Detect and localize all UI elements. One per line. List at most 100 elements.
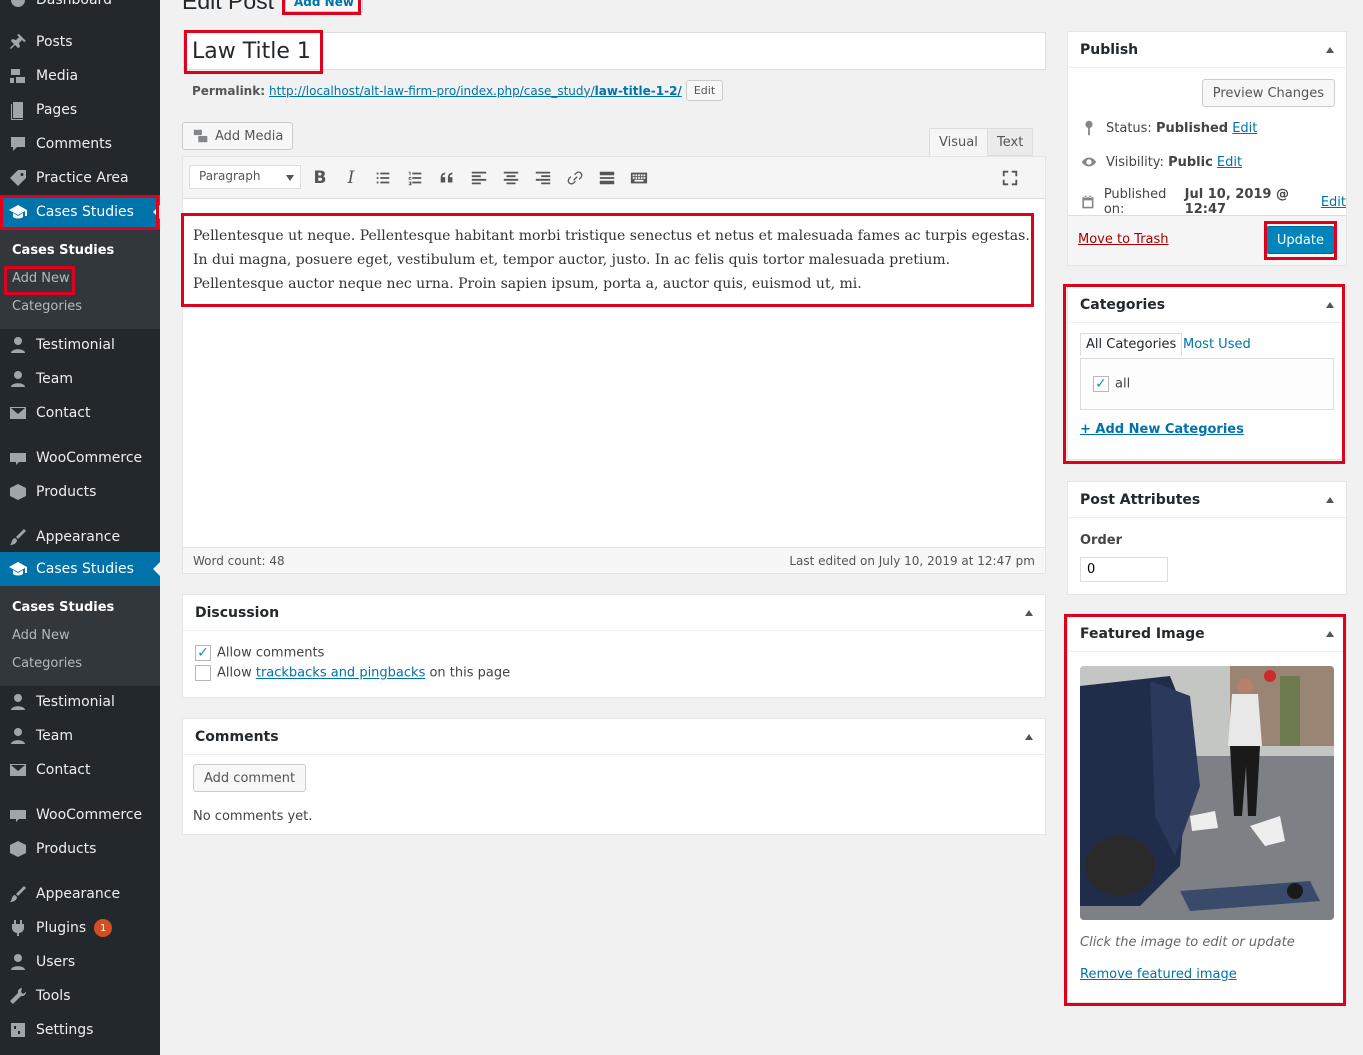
- read-more-icon[interactable]: [595, 167, 619, 189]
- menu-contact[interactable]: Contact: [0, 396, 160, 430]
- status-edit-link[interactable]: Edit: [1232, 121, 1257, 136]
- menu-team[interactable]: Team: [0, 362, 160, 396]
- editor-toolbar: Paragraph B I: [183, 157, 1045, 199]
- move-to-trash-link[interactable]: Move to Trash: [1078, 232, 1169, 247]
- menu-woocommerce[interactable]: WooCommerce: [0, 441, 160, 475]
- status-row: Status: Published Edit: [1080, 119, 1257, 137]
- remove-featured-image-link[interactable]: Remove featured image: [1080, 967, 1237, 982]
- submenu-item-cases-studies[interactable]: Cases Studies: [12, 600, 114, 615]
- visibility-row: Visibility: Public Edit: [1080, 153, 1242, 171]
- order-input[interactable]: [1080, 557, 1168, 582]
- numbered-list-icon[interactable]: [403, 167, 427, 189]
- menu-woocommerce-2[interactable]: WooCommerce: [0, 798, 160, 832]
- editor-content[interactable]: Pellentesque ut neque. Pellentesque habi…: [193, 224, 1037, 296]
- submenu-item-categories[interactable]: Categories: [12, 299, 82, 314]
- tab-most-used[interactable]: Most Used: [1183, 337, 1251, 352]
- add-new-button[interactable]: Add New: [285, 0, 363, 12]
- comments-header[interactable]: Comments: [183, 719, 1045, 755]
- add-new-category-link[interactable]: + Add New Categories: [1080, 422, 1244, 437]
- blockquote-icon[interactable]: [435, 167, 459, 189]
- discussion-header[interactable]: Discussion: [183, 595, 1045, 631]
- submenu-item-add-new[interactable]: Add New: [12, 628, 70, 643]
- collapse-icon[interactable]: [1326, 301, 1334, 308]
- post-attributes-header[interactable]: Post Attributes: [1068, 482, 1346, 518]
- bullet-list-icon[interactable]: [371, 167, 395, 189]
- menu-comments[interactable]: Comments: [0, 127, 160, 161]
- menu-contact-2[interactable]: Contact: [0, 753, 160, 787]
- update-button[interactable]: Update: [1265, 226, 1335, 254]
- publish-header[interactable]: Publish: [1068, 32, 1346, 68]
- menu-cases-studies-2[interactable]: Cases Studies: [0, 552, 160, 586]
- menu-products-2[interactable]: Products: [0, 832, 160, 866]
- menu-appearance[interactable]: Appearance: [0, 520, 160, 554]
- permalink-edit-button[interactable]: Edit: [685, 80, 724, 101]
- eye-icon: [1081, 157, 1097, 167]
- featured-image-header[interactable]: Featured Image: [1068, 616, 1346, 652]
- tab-all-categories[interactable]: All Categories: [1080, 333, 1183, 356]
- categories-header[interactable]: Categories: [1068, 287, 1346, 323]
- menu-posts[interactable]: Posts: [0, 25, 160, 59]
- featured-image[interactable]: [1080, 666, 1334, 920]
- menu-label: WooCommerce: [36, 807, 143, 823]
- align-left-icon[interactable]: [467, 167, 491, 189]
- visibility-label: Visibility:: [1106, 154, 1164, 170]
- discussion-box: Discussion ✓ Allow comments Allow trackba…: [182, 594, 1046, 698]
- menu-cases-studies[interactable]: Cases Studies: [0, 195, 160, 229]
- menu-appearance-2[interactable]: Appearance: [0, 877, 160, 911]
- publish-title: Publish: [1080, 41, 1139, 58]
- align-right-icon[interactable]: [531, 167, 555, 189]
- bold-icon[interactable]: B: [308, 167, 332, 189]
- menu-users[interactable]: Users: [0, 945, 160, 979]
- preview-changes-button[interactable]: Preview Changes: [1201, 79, 1335, 107]
- dashboard-icon: [0, 0, 36, 10]
- editor-tools: [182, 102, 1031, 156]
- menu-team-2[interactable]: Team: [0, 719, 160, 753]
- collapse-icon[interactable]: [1326, 496, 1334, 503]
- menu-products[interactable]: Products: [0, 475, 160, 509]
- post-title-input[interactable]: [183, 32, 1046, 70]
- align-center-icon[interactable]: [499, 167, 523, 189]
- format-select[interactable]: Paragraph: [189, 165, 301, 189]
- collapse-icon[interactable]: [1025, 609, 1033, 616]
- user-icon: [0, 369, 36, 389]
- menu-tools[interactable]: Tools: [0, 979, 160, 1013]
- collapse-icon[interactable]: [1326, 46, 1334, 53]
- add-comment-button[interactable]: Add comment: [193, 764, 307, 792]
- plugin-icon: [0, 918, 36, 938]
- tab-text[interactable]: Text: [987, 128, 1034, 156]
- allow-trackbacks-checkbox[interactable]: [195, 665, 211, 681]
- collapse-icon[interactable]: [1326, 630, 1334, 637]
- menu-dashboard[interactable]: Dashboard: [0, 0, 160, 17]
- allow-comments-checkbox[interactable]: ✓: [195, 645, 211, 661]
- published-value: Jul 10, 2019 @ 12:47: [1184, 187, 1289, 217]
- submenu-item-add-new[interactable]: Add New: [12, 271, 70, 286]
- add-media-button[interactable]: Add Media: [182, 122, 294, 150]
- link-icon[interactable]: [563, 167, 587, 189]
- published-edit-link[interactable]: Edit: [1321, 195, 1346, 210]
- menu-settings[interactable]: Settings: [0, 1013, 160, 1047]
- toolbar-toggle-icon[interactable]: [627, 167, 651, 189]
- trackbacks-link[interactable]: trackbacks and pingbacks: [256, 666, 426, 681]
- menu-practice-area[interactable]: Practice Area: [0, 161, 160, 195]
- tab-visual[interactable]: Visual: [929, 128, 988, 156]
- menu-media[interactable]: Media: [0, 59, 160, 93]
- post-attributes-box: Post Attributes Order: [1067, 481, 1347, 595]
- collapse-icon[interactable]: [1025, 733, 1033, 740]
- mail-icon: [0, 760, 36, 780]
- fullscreen-icon[interactable]: [998, 167, 1022, 189]
- visibility-edit-link[interactable]: Edit: [1217, 155, 1242, 170]
- italic-icon[interactable]: I: [339, 167, 363, 189]
- featured-image-box: Featured Image Click the image to edit o…: [1067, 615, 1347, 1003]
- menu-pages[interactable]: Pages: [0, 93, 160, 127]
- allow-trackbacks-row: Allow trackbacks and pingbacks on this p…: [195, 665, 510, 681]
- submenu-item-cases-studies[interactable]: Cases Studies: [12, 243, 114, 258]
- menu-label: Team: [36, 728, 74, 744]
- menu-testimonial-2[interactable]: Testimonial: [0, 685, 160, 719]
- category-checkbox[interactable]: ✓: [1093, 376, 1109, 392]
- menu-testimonial[interactable]: Testimonial: [0, 328, 160, 362]
- permalink-link[interactable]: http://localhost/alt-law-firm-pro/index.…: [269, 84, 682, 98]
- published-on-row: Published on: Jul 10, 2019 @ 12:47 Edit: [1080, 187, 1346, 217]
- submenu-item-categories[interactable]: Categories: [12, 656, 82, 671]
- menu-plugins[interactable]: Plugins 1: [0, 911, 160, 945]
- mail-icon: [0, 403, 36, 423]
